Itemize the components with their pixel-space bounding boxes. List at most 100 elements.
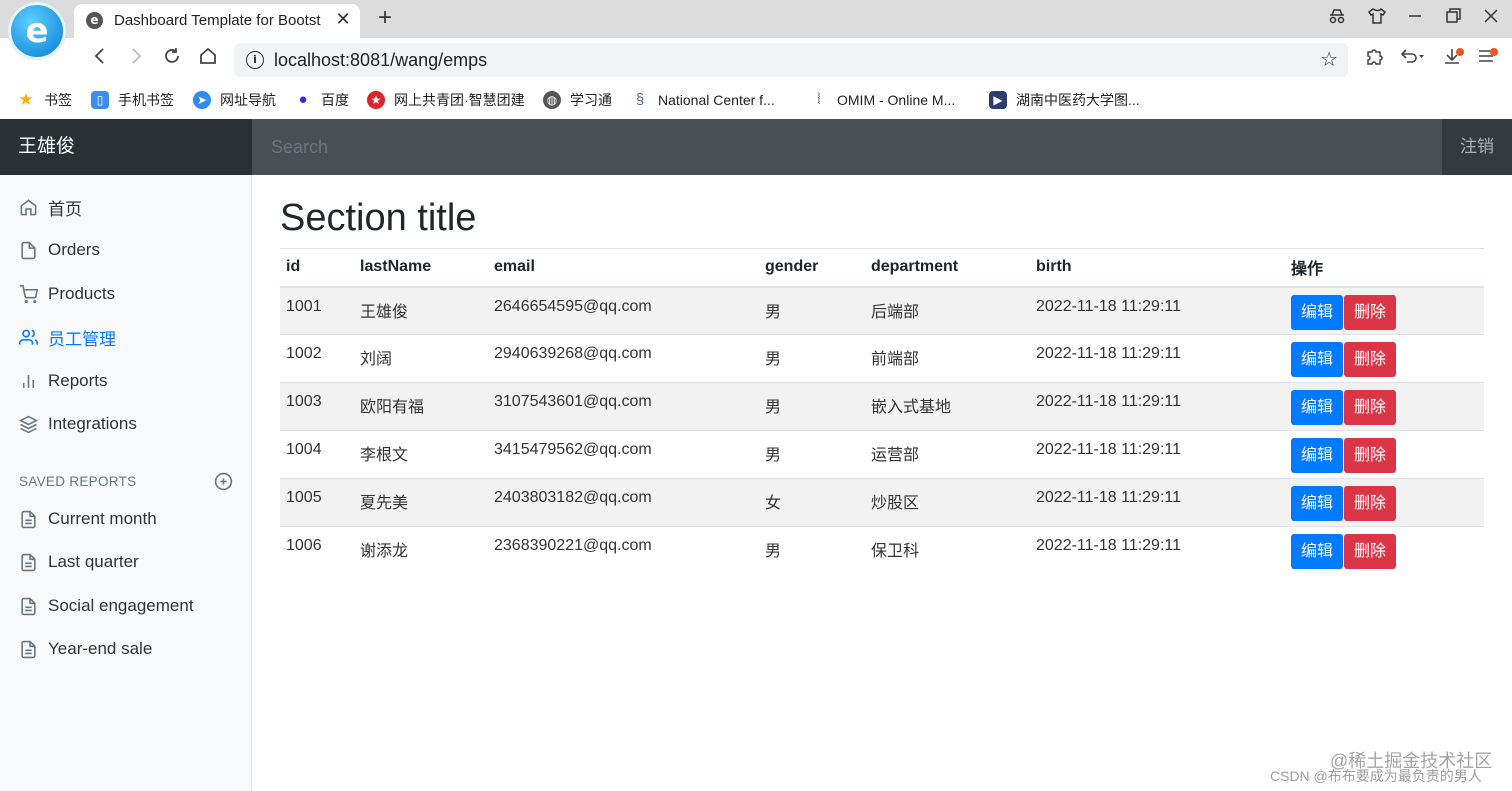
sidebar-item-integrations[interactable]: Integrations — [0, 404, 250, 444]
cell-lastname: 夏先美 — [354, 478, 488, 527]
bookmark-item[interactable]: ★ 网上共青团·智慧团建 — [367, 90, 525, 110]
bookmark-item[interactable]: ▯ 手机书签 — [91, 90, 174, 110]
url-text[interactable]: localhost:8081/wang/emps — [274, 50, 487, 71]
edit-button[interactable]: 编辑 — [1291, 342, 1344, 377]
cell-department: 炒股区 — [865, 478, 1030, 527]
bookmark-item[interactable]: ◍ 学习通 — [543, 90, 612, 110]
cell-department: 前端部 — [865, 334, 1030, 383]
reload-icon[interactable] — [158, 46, 186, 74]
sidebar-item-label: 员工管理 — [48, 329, 116, 349]
menu-notification-dot — [1490, 48, 1498, 56]
cell-department: 运营部 — [865, 430, 1030, 479]
table-header-row: id lastName email gender department birt… — [280, 248, 1484, 288]
cell-lastname: 刘阔 — [354, 334, 488, 383]
incognito-icon[interactable] — [1324, 6, 1350, 32]
cell-lastname: 谢添龙 — [354, 526, 488, 575]
forward-icon[interactable] — [122, 46, 150, 74]
sidebar-item-home[interactable]: 首页 — [0, 187, 250, 227]
cell-email: 2368390221@qq.com — [488, 526, 759, 575]
cell-id: 1003 — [280, 382, 354, 431]
brand[interactable]: 王雄俊 — [0, 119, 252, 175]
cell-email: 2403803182@qq.com — [488, 478, 759, 527]
app-navbar: 王雄俊 注销 — [0, 119, 1512, 175]
edit-button[interactable]: 编辑 — [1291, 390, 1344, 425]
bookmark-star-icon[interactable]: ☆ — [1320, 47, 1338, 72]
baidu-paw-icon: ● — [298, 91, 308, 108]
extensions-icon[interactable] — [1360, 46, 1388, 74]
cell-lastname: 李根文 — [354, 430, 488, 479]
edit-button[interactable]: 编辑 — [1291, 294, 1344, 330]
cell-birth: 2022-11-18 11:29:11 — [1030, 430, 1285, 479]
back-icon[interactable] — [86, 46, 114, 74]
site-info-icon[interactable]: i — [246, 51, 264, 69]
delete-button[interactable]: 删除 — [1344, 342, 1397, 377]
cell-lastname: 欧阳有福 — [354, 382, 488, 431]
saved-report-year-end-sale[interactable]: Year-end sale — [0, 629, 250, 669]
saved-report-last-quarter[interactable]: Last quarter — [0, 542, 250, 582]
cell-birth: 2022-11-18 11:29:11 — [1030, 286, 1285, 335]
cell-id: 1004 — [280, 430, 354, 479]
tab-title: Dashboard Template for Bootst — [114, 12, 321, 29]
cell-birth: 2022-11-18 11:29:11 — [1030, 382, 1285, 431]
table-row: 1006 谢添龙 2368390221@qq.com 男 保卫科 2022-11… — [280, 526, 1484, 575]
cell-birth: 2022-11-18 11:29:11 — [1030, 478, 1285, 527]
sidebar-item-orders[interactable]: Orders — [0, 230, 250, 270]
delete-button[interactable]: 删除 — [1344, 294, 1397, 330]
edit-button[interactable]: 编辑 — [1291, 534, 1344, 569]
new-tab-icon[interactable]: + — [372, 6, 398, 32]
bookmark-label: 书签 — [44, 92, 72, 108]
close-window-icon[interactable] — [1478, 6, 1504, 32]
column-header-email: email — [488, 248, 759, 288]
bookmark-item[interactable]: ▶ 湖南中医药大学图... — [989, 90, 1140, 110]
restore-icon[interactable] — [1440, 6, 1466, 32]
undo-close-tab-icon[interactable] — [1398, 46, 1426, 74]
bookmark-item[interactable]: ★ 书签 — [17, 90, 72, 110]
column-header-gender: gender — [759, 248, 865, 288]
plus-circle-icon[interactable] — [214, 472, 233, 491]
delete-button[interactable]: 删除 — [1344, 390, 1397, 425]
address-bar[interactable]: i localhost:8081/wang/emps ☆ — [234, 43, 1348, 77]
bookmark-item[interactable]: ● 百度 — [294, 90, 349, 110]
home-icon — [20, 198, 37, 215]
bookmark-label: 百度 — [321, 92, 349, 108]
menu-icon[interactable] — [1472, 46, 1500, 74]
browser-tab-active[interactable]: e Dashboard Template for Bootst ✕ — [74, 4, 360, 38]
column-header-department: department — [865, 248, 1030, 288]
search-input[interactable] — [252, 119, 1442, 175]
edit-button[interactable]: 编辑 — [1291, 486, 1344, 521]
home-page-icon[interactable] — [194, 46, 222, 74]
sidebar-item-reports[interactable]: Reports — [0, 361, 250, 401]
cell-email: 3415479562@qq.com — [488, 430, 759, 479]
table-row: 1001 王雄俊 2646654595@qq.com 男 后端部 2022-11… — [280, 286, 1484, 335]
signout-link[interactable]: 注销 — [1442, 119, 1512, 175]
cell-actions: 编辑 删除 — [1285, 382, 1484, 431]
cell-email: 3107543601@qq.com — [488, 382, 759, 431]
bookmark-item[interactable]: ➤ 网址导航 — [193, 90, 276, 110]
column-header-id: id — [280, 248, 354, 288]
sidebar-item-employees[interactable]: 员工管理 — [0, 317, 250, 357]
layers-icon — [19, 415, 38, 433]
tab-close-icon[interactable]: ✕ — [332, 8, 354, 30]
shirt-skin-icon[interactable] — [1364, 6, 1390, 32]
watermark-csdn: CSDN @布布要成为最负责的男人 — [1270, 768, 1482, 784]
cell-id: 1001 — [280, 286, 354, 335]
delete-button[interactable]: 删除 — [1344, 534, 1397, 569]
bookmark-label: 网址导航 — [220, 92, 276, 108]
sidebar-item-products[interactable]: Products — [0, 274, 250, 314]
saved-report-label: Social engagement — [48, 596, 194, 615]
bookmark-label: OMIM - Online M... — [837, 92, 956, 108]
saved-report-current-month[interactable]: Current month — [0, 499, 250, 539]
cell-department: 保卫科 — [865, 526, 1030, 575]
delete-button[interactable]: 删除 — [1344, 438, 1397, 473]
saved-report-social-engagement[interactable]: Social engagement — [0, 586, 250, 626]
delete-button[interactable]: 删除 — [1344, 486, 1397, 521]
minimize-icon[interactable] — [1402, 6, 1428, 32]
file-text-icon — [21, 553, 36, 571]
bookmark-item[interactable]: § National Center f... — [631, 90, 775, 110]
bookmark-item[interactable]: ⦚ OMIM - Online M... — [810, 90, 955, 110]
edit-button[interactable]: 编辑 — [1291, 438, 1344, 473]
cell-gender: 男 — [759, 382, 865, 431]
download-icon[interactable] — [1438, 46, 1466, 74]
sidebar-item-label: Integrations — [48, 414, 137, 433]
cell-gender: 男 — [759, 286, 865, 335]
